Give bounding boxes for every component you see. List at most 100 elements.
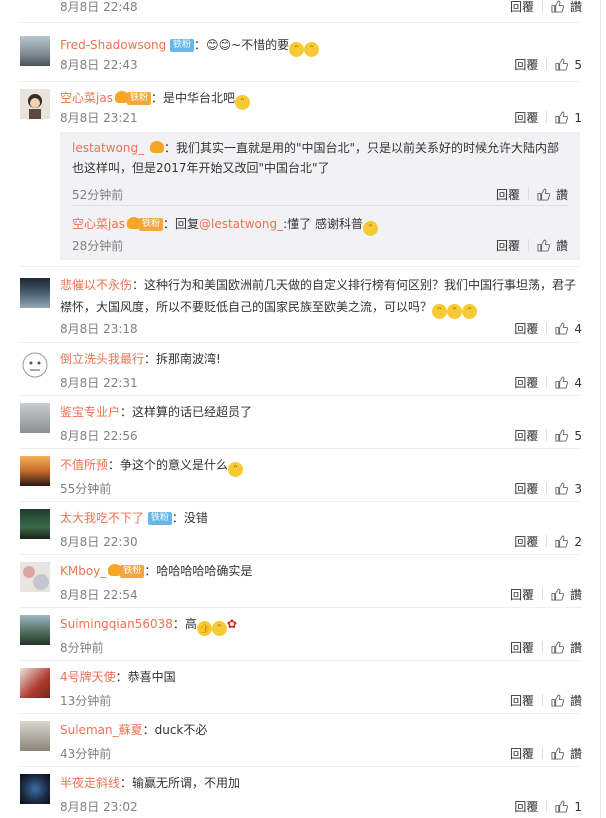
like-button[interactable]: 4 (555, 322, 582, 336)
username[interactable]: 空心菜jas (72, 217, 125, 231)
thumbs-up-icon (555, 535, 569, 548)
like-button[interactable]: 1 (555, 800, 582, 814)
comment-actions: 回覆 3 (514, 480, 582, 497)
username[interactable]: 不值所预 (60, 458, 108, 472)
reply-button[interactable]: 回覆 (496, 237, 520, 254)
avatar[interactable] (20, 36, 50, 66)
thumbs-up-icon (555, 376, 569, 389)
reply-button[interactable]: 回覆 (514, 320, 538, 337)
username[interactable]: 4号牌天使 (60, 670, 116, 684)
like-button[interactable]: 1 (555, 111, 582, 125)
emoji-icon: ᵔ (211, 621, 227, 636)
fan-badge: 铁粉 (147, 512, 172, 525)
comment-text: 太大我吃不下了 铁粉 ：没错 (60, 511, 208, 525)
thumbs-up-icon (551, 0, 564, 13)
comment-time: 52分钟前 (72, 188, 124, 202)
username[interactable]: 鉴宝专业户 (60, 405, 120, 419)
reply-button[interactable]: 回覆 (510, 692, 534, 709)
comment-item: 太大我吃不下了 铁粉 ：没错 8月8日 22:30 回覆 2 (20, 509, 582, 549)
comment-text: 空心菜jas 铁粉 ：是中华台北吧 ᵔ (60, 89, 582, 110)
comment-actions: 回覆讚 (510, 745, 582, 762)
username[interactable]: Fred-Shadowsong (60, 38, 166, 52)
avatar[interactable] (20, 562, 50, 592)
reply-button[interactable]: 回覆 (514, 109, 538, 126)
thumbs-up-icon (555, 800, 569, 813)
username[interactable]: 太大我吃不下了 (60, 511, 144, 525)
reply-button[interactable]: 回覆 (510, 639, 534, 656)
avatar[interactable] (20, 774, 50, 804)
thumbs-up-icon (555, 58, 569, 71)
reply-button[interactable]: 回覆 (514, 56, 538, 73)
avatar[interactable] (20, 278, 50, 308)
username[interactable]: Suimingqian56038 (60, 617, 173, 631)
divider (20, 448, 582, 449)
like-button[interactable]: 讚 (537, 186, 568, 203)
username[interactable]: Suleman_蘇夏 (60, 723, 143, 737)
rose-icon: ✿ (226, 617, 237, 631)
username[interactable]: lestatwong_ (72, 141, 144, 155)
username[interactable]: 半夜走斜线 (60, 776, 120, 790)
thumbs-up-icon (537, 188, 550, 201)
like-button[interactable]: 讚 (551, 745, 582, 762)
like-button[interactable]: 讚 (551, 0, 582, 15)
avatar[interactable] (20, 350, 50, 380)
emoji-icon: ᵔ (447, 304, 463, 319)
like-button[interactable]: 讚 (551, 586, 582, 603)
avatar[interactable] (20, 721, 50, 751)
reply-button[interactable]: 回覆 (496, 186, 520, 203)
comment-text: 不值所预：争这个的意义是什么 ᵔ (60, 456, 582, 477)
divider (20, 342, 582, 343)
like-button[interactable]: 5 (555, 429, 582, 443)
like-button[interactable]: 讚 (551, 639, 582, 656)
emoji-icon: ᵔ (462, 304, 478, 319)
reply-button[interactable]: 回覆 (514, 374, 538, 391)
avatar[interactable] (20, 668, 50, 698)
reply-button[interactable]: 回覆 (514, 480, 538, 497)
avatar[interactable] (20, 89, 50, 119)
like-button[interactable]: 3 (555, 482, 582, 496)
username[interactable]: KMboy_ (60, 564, 106, 578)
comment-time: 8分钟前 (60, 641, 104, 655)
comment-time: 8月8日 22:43 (60, 58, 138, 72)
reply-button[interactable]: 回覆 (514, 798, 538, 815)
avatar[interactable] (20, 509, 50, 539)
comment-item: Suleman_蘇夏：duck不必 43分钟前 回覆讚 (20, 721, 582, 761)
comment-time: 13分钟前 (60, 694, 112, 708)
username[interactable]: 悲催以不永伤 (60, 278, 132, 292)
mention-link[interactable]: @lestatwong_ (199, 217, 283, 231)
like-button[interactable]: 讚 (537, 237, 568, 254)
like-button[interactable]: 4 (555, 376, 582, 390)
username[interactable]: 倒立洗头我最行 (60, 352, 144, 366)
comment-actions: 回覆讚 (510, 639, 582, 656)
avatar[interactable] (20, 403, 50, 433)
like-button[interactable]: 5 (555, 58, 582, 72)
sub-reply-text: lestatwong_ ：我们其实一直就是用的"中国台北"，只是以前关系好的时候… (72, 141, 560, 175)
comment-item: 悲催以不永伤：这种行为和美国欧洲前几天做的自定义排行榜有何区别？我们中国行事坦荡… (20, 274, 582, 338)
comment-text: 4号牌天使：恭喜中国 (60, 670, 176, 684)
reply-button[interactable]: 回覆 (514, 427, 538, 444)
divider (20, 660, 582, 661)
thumbs-up-icon (551, 641, 564, 654)
avatar[interactable] (20, 615, 50, 645)
divider (20, 766, 582, 767)
reply-button[interactable]: 回覆 (510, 0, 534, 15)
emoji-icon: ᵔ (235, 95, 250, 110)
reply-button[interactable]: 回覆 (510, 745, 534, 762)
comment-actions: 回覆 4 (514, 320, 582, 337)
emoji-icon: ᵔ (289, 42, 305, 57)
divider (20, 713, 582, 714)
reply-button[interactable]: 回覆 (514, 533, 538, 550)
fan-badge: 铁粉 (126, 92, 151, 105)
emoji-icon: ᵔ (304, 42, 320, 57)
divider (20, 607, 582, 608)
comment-time: 8月8日 23:18 (60, 322, 138, 336)
username[interactable]: 空心菜jas (60, 91, 113, 105)
reply-button[interactable]: 回覆 (510, 586, 534, 603)
avatar[interactable] (20, 456, 50, 486)
like-button[interactable]: 2 (555, 535, 582, 549)
sub-replies: lestatwong_ ：我们其实一直就是用的"中国台北"，只是以前关系好的时候… (60, 132, 580, 260)
like-button[interactable]: 讚 (551, 692, 582, 709)
comment-actions: 回覆 讚 (510, 0, 582, 15)
comment-actions: 回覆讚 (496, 186, 568, 203)
thumbs-up-icon (555, 111, 569, 124)
